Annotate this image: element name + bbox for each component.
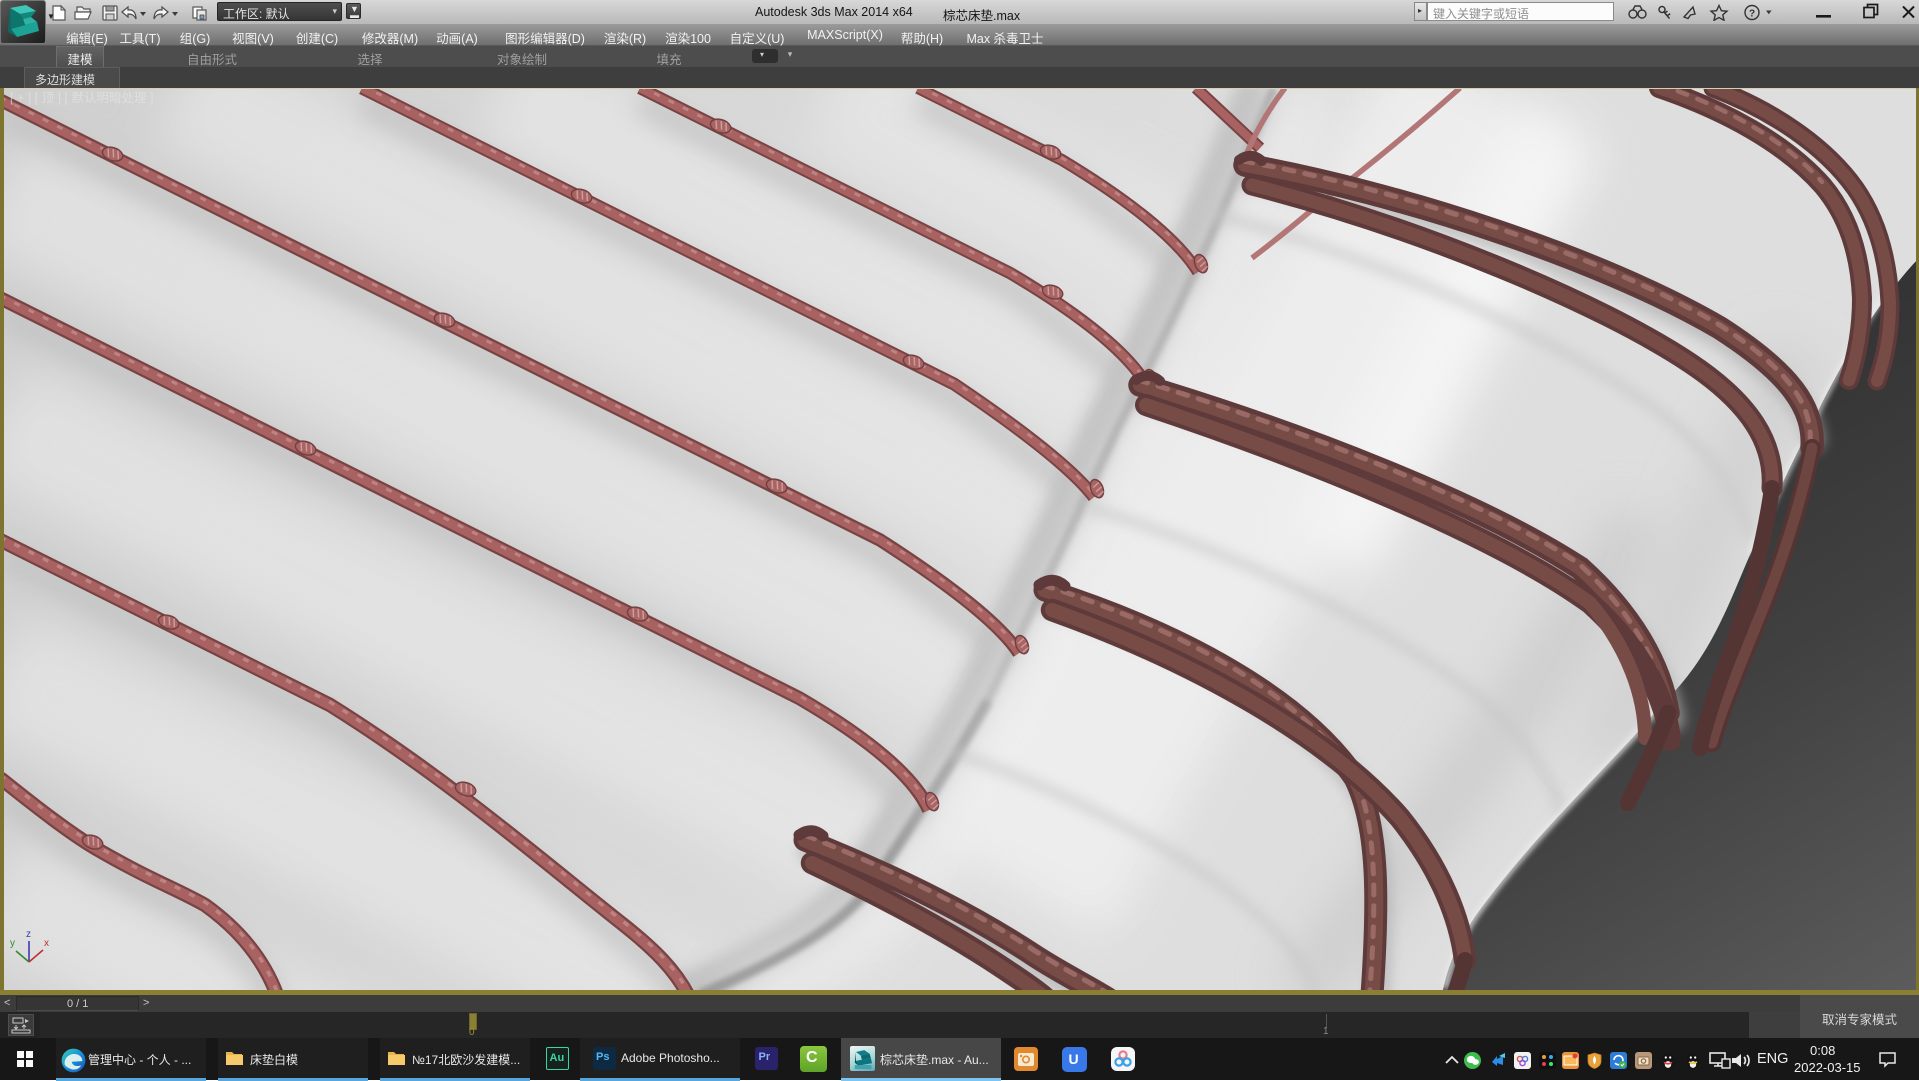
svg-text:x: x	[44, 938, 49, 949]
svg-text:?: ?	[1749, 9, 1755, 20]
svg-text:[ + ] [ 顶 ] [ 默认明暗处理 ]: [ + ] [ 顶 ] [ 默认明暗处理 ]	[10, 90, 153, 105]
svg-text:y: y	[10, 938, 15, 949]
svg-text:z: z	[26, 929, 31, 940]
